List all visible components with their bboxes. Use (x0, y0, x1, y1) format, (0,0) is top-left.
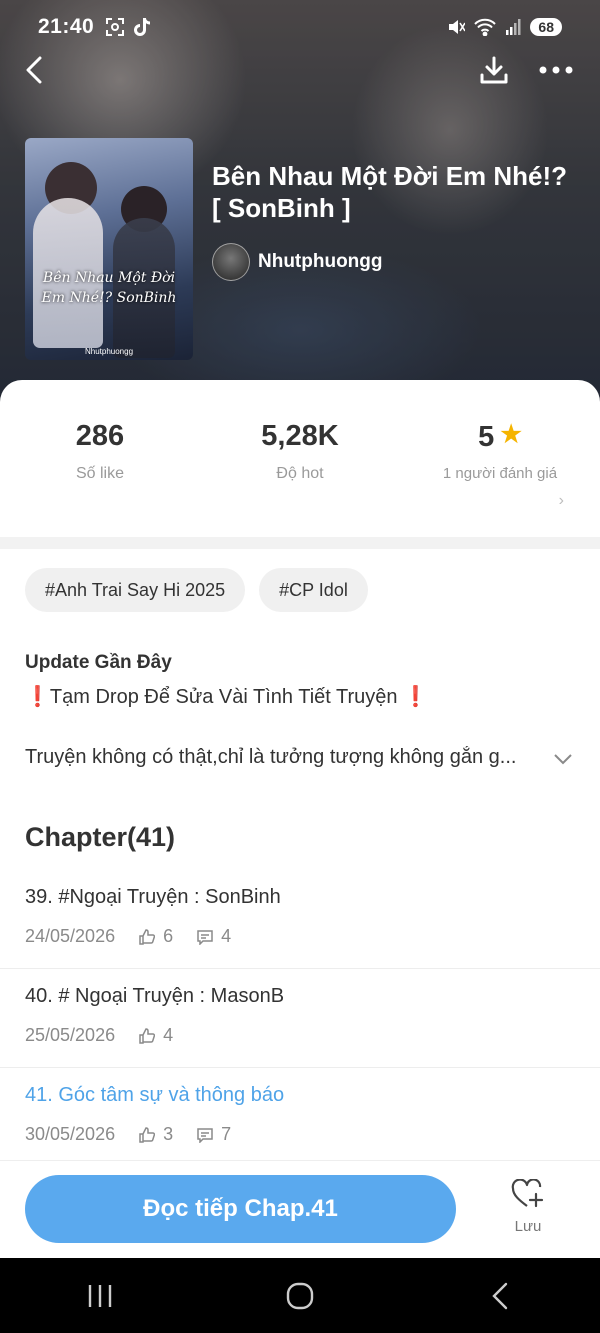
continue-reading-button[interactable]: Đọc tiếp Chap.41 (25, 1175, 456, 1243)
home-icon (286, 1282, 314, 1309)
hot-label: Độ hot (276, 465, 324, 482)
chapter-date: 25/05/2026 (25, 1025, 116, 1045)
comment-icon (197, 929, 213, 945)
tag-chip[interactable]: #Anh Trai Say Hi 2025 (25, 568, 246, 612)
chapter-comments: 7 (221, 1124, 232, 1144)
book-cover[interactable]: Bên Nhau Một Đời Em Nhé!? SonBinh Nhutph… (25, 138, 193, 360)
author-link[interactable]: Nhutphuongg (212, 243, 383, 281)
update-message: Tạm Drop Để Sửa Vài Tình Tiết Truyện (49, 686, 398, 708)
exclamation-icon: ❗ (403, 686, 428, 708)
likes-count: 286 (75, 420, 125, 452)
book-title: Bên Nhau Một Đời Em Nhé!? [ SonBinh ] (212, 160, 582, 224)
mute-icon (449, 20, 466, 34)
likes-label: Số like (75, 465, 125, 482)
book-detail-card: 286 Số like 5,28K Độ hot 5 ★ 1 người đánh… (0, 380, 600, 1260)
thumbs-up-icon (139, 1126, 156, 1143)
book-title-line: Bên Nhau Một Đời Em Nhé!? (212, 161, 568, 191)
hot-count: 5,28K (261, 420, 339, 452)
chapters-heading: Chapter(41) (25, 822, 176, 852)
exclamation-icon: ❗ (25, 686, 50, 708)
chevron-down-icon (554, 754, 572, 765)
system-back-button[interactable] (460, 1282, 540, 1310)
chapter-item[interactable]: 41. Góc tâm sự và thông báo 30/05/2026 3… (0, 1068, 600, 1166)
download-button[interactable] (474, 50, 514, 90)
home-button[interactable] (260, 1282, 340, 1310)
save-label: Lưu (514, 1218, 542, 1235)
author-avatar (212, 243, 250, 281)
thumbs-up-icon (139, 1027, 156, 1044)
more-icon (539, 66, 573, 74)
tag-list: #Anh Trai Say Hi 2025 #CP Idol (25, 568, 368, 612)
chapter-likes: 6 (163, 926, 174, 946)
system-nav-bar (0, 1258, 600, 1333)
chapter-title: 41. Góc tâm sự và thông báo (25, 1084, 285, 1106)
rating-label: 1 người đánh giá (442, 465, 558, 482)
signal-icon (506, 19, 521, 35)
description-text: Truyện không có thật,chỉ là tưởng tượng … (25, 746, 517, 768)
chapter-title: 39. #Ngoại Truyện : SonBinh (25, 886, 281, 908)
chevron-right-icon: › (558, 492, 564, 509)
chapter-date: 24/05/2026 (25, 926, 116, 946)
thumbs-up-icon (139, 928, 156, 945)
book-header: 21:40 68 Bên Nhau Một Đời Em Nhé!? SonBi… (0, 0, 600, 420)
stat-rating[interactable]: 5 ★ 1 người đánh giá (400, 420, 600, 484)
chapter-date: 30/05/2026 (25, 1124, 116, 1144)
chapter-likes: 3 (163, 1124, 174, 1144)
status-time: 21:40 (38, 15, 95, 38)
back-button[interactable] (14, 50, 54, 90)
comment-icon (197, 1127, 213, 1143)
cover-title: Bên Nhau Một Đời Em Nhé!? SonBinh (41, 270, 177, 306)
update-text: ❗Tạm Drop Để Sửa Vài Tình Tiết Truyện ❗ (25, 684, 428, 709)
expand-description-button[interactable] (554, 752, 572, 770)
chapter-item[interactable]: 40. # Ngoại Truyện : MasonB 25/05/2026 4 (0, 969, 600, 1068)
book-title-line: [ SonBinh ] (212, 193, 351, 223)
star-icon: ★ (500, 421, 522, 448)
rating-value: 5 (478, 421, 495, 453)
chapter-comments: 4 (221, 926, 232, 946)
more-options-button[interactable] (536, 50, 576, 90)
tag-chip[interactable]: #CP Idol (259, 568, 368, 612)
stat-likes: 286 Số like (0, 420, 200, 484)
save-button[interactable]: Lưu (500, 1178, 556, 1235)
wifi-icon (474, 18, 497, 36)
author-name: Nhutphuongg (258, 251, 383, 272)
battery-indicator: 68 (530, 18, 562, 36)
heart-plus-icon (511, 1178, 544, 1208)
recent-apps-button[interactable] (60, 1284, 140, 1308)
chapter-list: 39. #Ngoại Truyện : SonBinh 24/05/2026 6… (0, 870, 600, 1166)
stats-row: 286 Số like 5,28K Độ hot 5 ★ 1 người đánh… (0, 420, 600, 484)
chapter-likes: 4 (163, 1025, 174, 1045)
section-divider (0, 537, 600, 549)
chapter-title: 40. # Ngoại Truyện : MasonB (25, 985, 285, 1007)
download-icon (480, 56, 508, 84)
tiktok-icon (134, 18, 151, 36)
recent-apps-icon (88, 1284, 112, 1307)
update-title: Update Gần Đây (25, 652, 172, 673)
reading-footer: Đọc tiếp Chap.41 Lưu (0, 1160, 600, 1259)
cover-author: Nhutphuongg (84, 347, 134, 356)
screenshot-icon (106, 18, 125, 36)
back-arrow-icon (492, 1282, 508, 1309)
chevron-left-icon (26, 56, 42, 84)
stat-hot: 5,28K Độ hot (200, 420, 400, 484)
chapter-item[interactable]: 39. #Ngoại Truyện : SonBinh 24/05/2026 6… (0, 870, 600, 969)
status-bar: 21:40 68 (38, 12, 562, 42)
